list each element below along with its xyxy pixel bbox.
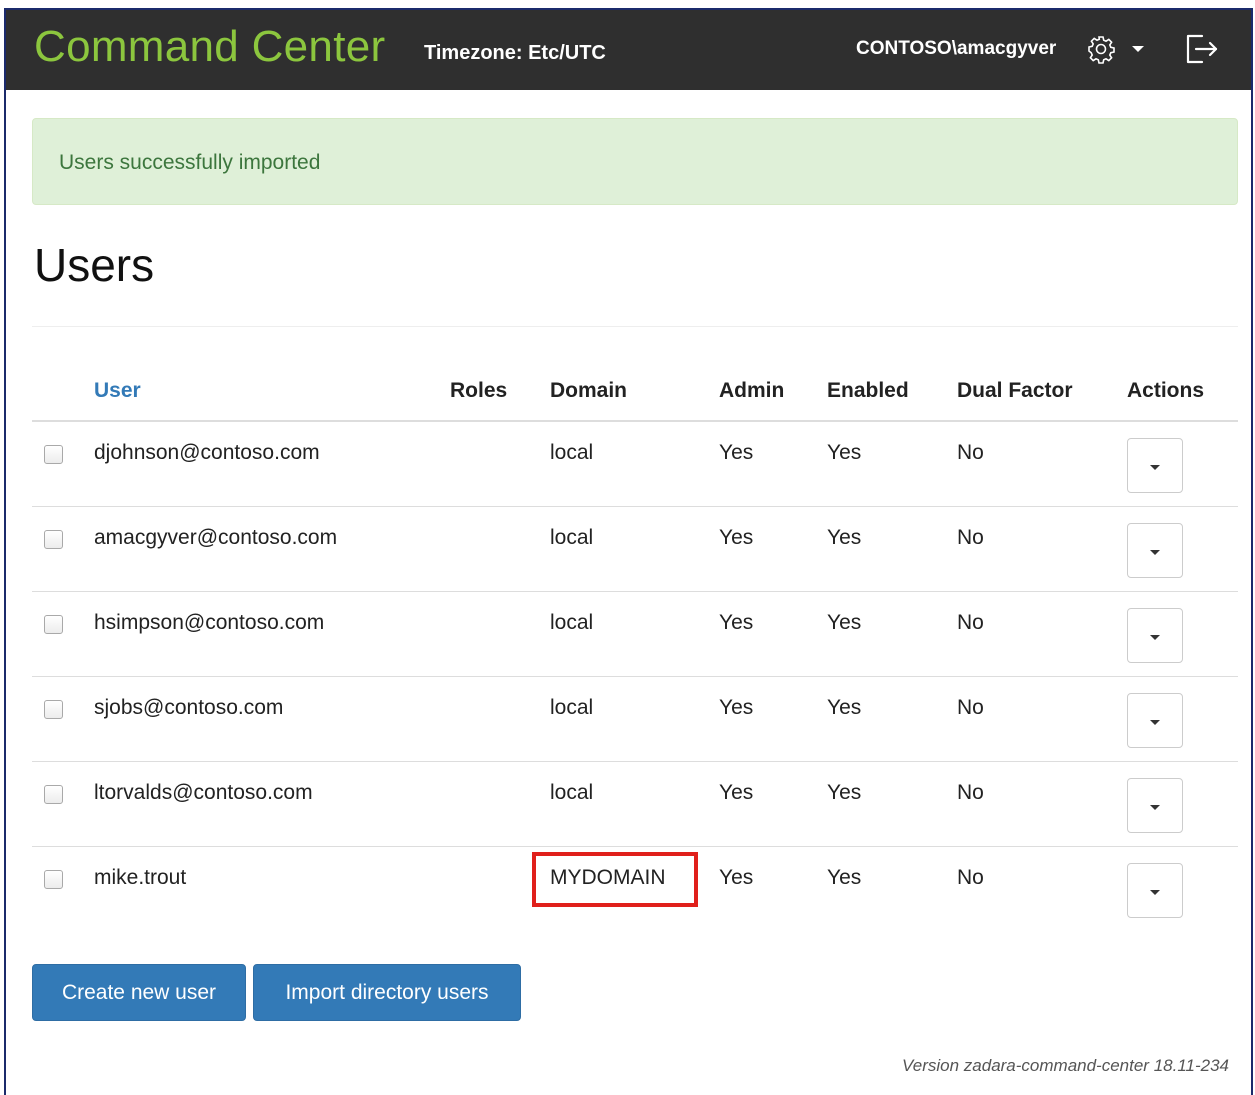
user-cell: djohnson@contoso.com: [94, 441, 320, 464]
column-header-user[interactable]: User: [94, 379, 141, 403]
caret-down-icon: [1150, 890, 1160, 895]
admin-cell: Yes: [719, 526, 754, 549]
success-alert: Users successfully imported: [32, 118, 1238, 205]
row-checkbox[interactable]: [44, 445, 63, 464]
admin-cell: Yes: [719, 441, 754, 464]
enabled-cell: Yes: [827, 611, 862, 634]
user-cell: ltorvalds@contoso.com: [94, 781, 313, 804]
page-title: Users: [34, 239, 155, 291]
caret-down-icon: [1150, 550, 1160, 555]
row-checkbox[interactable]: [44, 700, 63, 719]
enabled-cell: Yes: [827, 441, 862, 464]
admin-cell: Yes: [719, 611, 754, 634]
enabled-cell: Yes: [827, 781, 862, 804]
current-user[interactable]: CONTOSO\amacgyver: [856, 38, 1056, 60]
user-cell: amacgyver@contoso.com: [94, 526, 338, 549]
domain-cell: MYDOMAIN: [550, 866, 666, 889]
column-header-roles: Roles: [450, 379, 508, 402]
admin-cell: Yes: [719, 696, 754, 719]
timezone-label: Timezone: Etc/UTC: [424, 42, 606, 64]
column-header-enabled: Enabled: [827, 379, 909, 402]
row-checkbox[interactable]: [44, 615, 63, 634]
caret-down-icon: [1150, 805, 1160, 810]
logout-icon[interactable]: [1182, 30, 1220, 68]
table-row: hsimpson@contoso.com local Yes Yes No: [32, 592, 1238, 677]
domain-cell: local: [550, 526, 594, 549]
enabled-cell: Yes: [827, 526, 862, 549]
domain-cell: local: [550, 441, 594, 464]
create-user-button[interactable]: Create new user: [32, 964, 246, 1021]
row-checkbox[interactable]: [44, 785, 63, 804]
caret-down-icon: [1150, 635, 1160, 640]
domain-cell: local: [550, 611, 594, 634]
dual-factor-cell: No: [957, 696, 984, 719]
row-actions-button[interactable]: [1127, 693, 1183, 748]
row-checkbox[interactable]: [44, 530, 63, 549]
row-actions-button[interactable]: [1127, 438, 1183, 493]
divider: [32, 326, 1238, 327]
user-cell: hsimpson@contoso.com: [94, 611, 325, 634]
enabled-cell: Yes: [827, 866, 862, 889]
users-table: User Roles Domain Admin Enabled Dual Fac…: [32, 370, 1238, 932]
row-checkbox[interactable]: [44, 870, 63, 889]
version-label: Version zadara-command-center 18.11-234: [902, 1056, 1229, 1075]
table-row: mike.trout MYDOMAIN Yes Yes No: [32, 847, 1238, 932]
row-actions-button[interactable]: [1127, 608, 1183, 663]
column-header-domain: Domain: [550, 379, 628, 402]
dual-factor-cell: No: [957, 611, 984, 634]
app-window: Command Center Timezone: Etc/UTC CONTOSO…: [4, 8, 1253, 1095]
domain-cell: local: [550, 781, 594, 804]
table-header: User Roles Domain Admin Enabled Dual Fac…: [32, 370, 1238, 422]
dual-factor-cell: No: [957, 441, 984, 464]
enabled-cell: Yes: [827, 696, 862, 719]
dual-factor-cell: No: [957, 866, 984, 889]
gear-icon[interactable]: [1086, 34, 1116, 64]
admin-cell: Yes: [719, 781, 754, 804]
table-row: sjobs@contoso.com local Yes Yes No: [32, 677, 1238, 762]
caret-down-icon: [1150, 720, 1160, 725]
alert-message: Users successfully imported: [59, 151, 321, 174]
row-actions-button[interactable]: [1127, 778, 1183, 833]
dual-factor-cell: No: [957, 781, 984, 804]
table-row: djohnson@contoso.com local Yes Yes No: [32, 422, 1238, 507]
top-navbar: Command Center Timezone: Etc/UTC CONTOSO…: [6, 10, 1251, 90]
table-row: amacgyver@contoso.com local Yes Yes No: [32, 507, 1238, 592]
brand-title[interactable]: Command Center: [34, 22, 385, 72]
table-row: ltorvalds@contoso.com local Yes Yes No: [32, 762, 1238, 847]
admin-cell: Yes: [719, 866, 754, 889]
column-header-dual-factor: Dual Factor: [957, 379, 1073, 402]
dual-factor-cell: No: [957, 526, 984, 549]
domain-cell: local: [550, 696, 594, 719]
column-header-admin: Admin: [719, 379, 785, 402]
user-cell: sjobs@contoso.com: [94, 696, 284, 719]
row-actions-button[interactable]: [1127, 863, 1183, 918]
caret-down-icon: [1150, 465, 1160, 470]
chevron-down-icon[interactable]: [1132, 46, 1144, 52]
user-cell: mike.trout: [94, 866, 187, 889]
import-directory-users-button[interactable]: Import directory users: [253, 964, 521, 1021]
row-actions-button[interactable]: [1127, 523, 1183, 578]
column-header-actions: Actions: [1127, 379, 1205, 402]
